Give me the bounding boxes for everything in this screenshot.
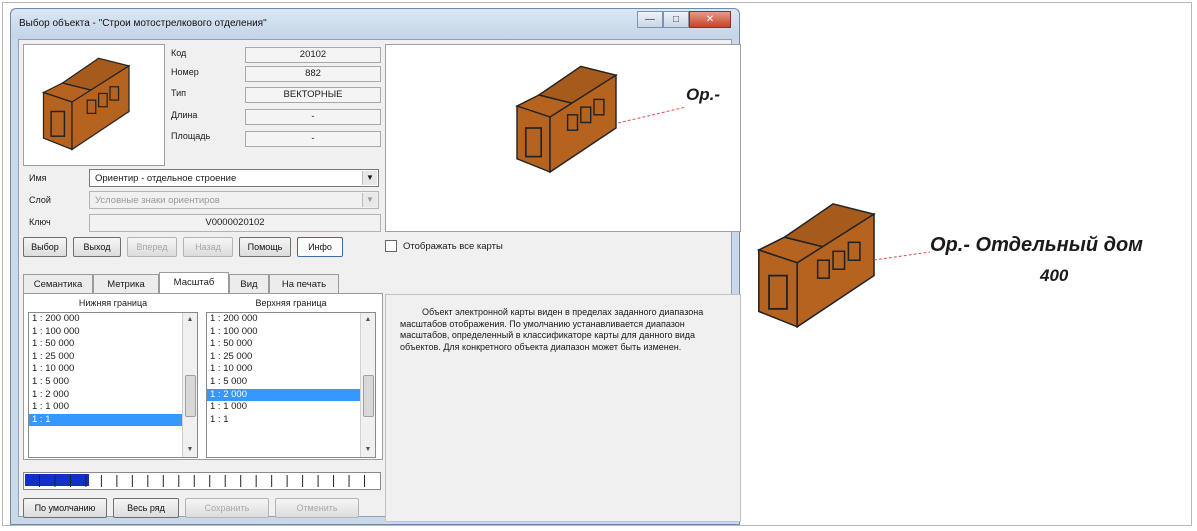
cancel-button[interactable]: Отменить (275, 498, 359, 518)
layer-label: Слой (29, 195, 51, 205)
chevron-down-icon[interactable]: ▼ (362, 193, 377, 207)
exit-button[interactable]: Выход (73, 237, 121, 257)
info-button[interactable]: Инфо (297, 237, 343, 257)
ruler-ticks (38, 475, 366, 487)
info-panel: Объект электронной карты виден в предела… (385, 294, 741, 522)
lower-item[interactable]: 1 : 1 000 (29, 401, 197, 414)
lower-bound-list[interactable]: 1 : 200 000 1 : 100 000 1 : 50 000 1 : 25 0… (28, 312, 198, 458)
upper-item[interactable]: 1 : 5 000 (207, 376, 375, 389)
dialog-client-area: Код 20102 Номер 882 Тип ВЕКТОРНЫЕ Длина … (18, 39, 741, 522)
select-button[interactable]: Выбор (23, 237, 67, 257)
object-thumbnail (23, 44, 165, 166)
length-value: - (245, 109, 381, 125)
map-label-title: Ор.- Отдельный дом (930, 234, 1143, 256)
type-value: ВЕКТОРНЫЕ (245, 87, 381, 103)
area-value: - (245, 131, 381, 147)
scroll-thumb[interactable] (363, 375, 374, 417)
upper-item[interactable]: 1 : 1 (207, 414, 375, 427)
upper-bound-list[interactable]: 1 : 200 000 1 : 100 000 1 : 50 000 1 : 25 0… (206, 312, 376, 458)
name-select-value: Ориентир - отдельное строение (95, 173, 237, 184)
lower-item[interactable]: 1 : 25 000 (29, 351, 197, 364)
tab-print[interactable]: На печать (269, 274, 339, 294)
upper-item[interactable]: 1 : 25 000 (207, 351, 375, 364)
scroll-up-icon[interactable]: ▲ (183, 313, 197, 327)
tab-semantics[interactable]: Семантика (23, 274, 93, 294)
scroll-down-icon[interactable]: ▼ (361, 443, 375, 457)
upper-item[interactable]: 1 : 1 000 (207, 401, 375, 414)
area-label: Площадь (171, 131, 211, 141)
show-all-maps-checkbox[interactable] (385, 240, 397, 252)
lower-bound-header: Нижняя граница (78, 298, 148, 308)
type-label: Тип (171, 88, 187, 98)
preview-label: Ор.- (686, 85, 720, 104)
upper-item[interactable]: 1 : 10 000 (207, 363, 375, 376)
scroll-up-icon[interactable]: ▲ (361, 313, 375, 327)
house-symbol-icon (756, 203, 931, 329)
lower-list-scrollbar[interactable]: ▲ ▼ (182, 313, 197, 457)
back-button[interactable]: Назад (183, 237, 233, 257)
whole-row-button[interactable]: Весь ряд (113, 498, 179, 518)
lower-item[interactable]: 1 : 200 000 (29, 313, 197, 326)
upper-item[interactable]: 1 : 200 000 (207, 313, 375, 326)
scale-range-indicator (23, 472, 381, 490)
save-button[interactable]: Сохранить (185, 498, 269, 518)
show-all-maps-row[interactable]: Отображать все карты (385, 240, 503, 252)
maximize-icon: □ (672, 14, 680, 25)
house-symbol-icon (515, 65, 687, 174)
scroll-thumb[interactable] (185, 375, 196, 417)
code-label: Код (171, 48, 187, 58)
object-preview: Ор.- (385, 44, 741, 232)
lower-item[interactable]: 1 : 2 000 (29, 389, 197, 402)
layer-select-value: Условные знаки ориентиров (95, 195, 220, 206)
minimize-button[interactable]: — (637, 11, 663, 28)
key-label: Ключ (29, 217, 51, 227)
code-value: 20102 (245, 47, 381, 63)
maximize-button[interactable]: □ (663, 11, 689, 28)
scale-tab-panel: Нижняя граница Верхняя граница 1 : 200 0… (23, 293, 383, 460)
map-label-value: 400 (1040, 266, 1069, 285)
scroll-down-icon[interactable]: ▼ (183, 443, 197, 457)
lower-item[interactable]: 1 : 50 000 (29, 338, 197, 351)
house-symbol-icon (41, 57, 131, 151)
help-button[interactable]: Помощь (239, 237, 291, 257)
object-selection-dialog: Выбор объекта - "Строи мотострелкового о… (10, 8, 741, 525)
title-bar[interactable]: Выбор объекта - "Строи мотострелкового о… (11, 9, 739, 39)
window-controls: — □ ✕ (637, 11, 731, 28)
upper-item[interactable]: 1 : 2 000 (207, 388, 375, 402)
name-select[interactable]: Ориентир - отдельное строение ▼ (89, 169, 379, 187)
lower-item[interactable]: 1 : 10 000 (29, 363, 197, 376)
minimize-icon: — (645, 14, 655, 25)
window-title: Выбор объекта - "Строи мотострелкового о… (19, 18, 267, 29)
forward-button[interactable]: Вперед (127, 237, 177, 257)
map-object (746, 180, 1192, 340)
lower-item[interactable]: 1 : 100 000 (29, 326, 197, 339)
number-label: Номер (171, 67, 199, 77)
close-button[interactable]: ✕ (689, 11, 731, 28)
layer-select[interactable]: Условные знаки ориентиров ▼ (89, 191, 379, 209)
upper-item[interactable]: 1 : 100 000 (207, 326, 375, 339)
chevron-down-icon[interactable]: ▼ (362, 171, 377, 185)
length-label: Длина (171, 110, 198, 120)
show-all-maps-label: Отображать все карты (403, 240, 503, 252)
upper-item[interactable]: 1 : 50 000 (207, 338, 375, 351)
number-value: 882 (245, 66, 381, 82)
lower-item[interactable]: 1 : 1 (29, 413, 197, 427)
close-icon: ✕ (705, 14, 715, 25)
tab-scale[interactable]: Масштаб (159, 272, 229, 294)
upper-list-scrollbar[interactable]: ▲ ▼ (360, 313, 375, 457)
info-text: Объект электронной карты виден в предела… (400, 307, 704, 352)
key-field: V0000020102 (89, 214, 381, 232)
lower-item[interactable]: 1 : 5 000 (29, 376, 197, 389)
tab-metrics[interactable]: Метрика (93, 274, 159, 294)
left-pane: Код 20102 Номер 882 Тип ВЕКТОРНЫЕ Длина … (19, 40, 385, 518)
name-label: Имя (29, 173, 47, 183)
default-button[interactable]: По умолчанию (23, 498, 107, 518)
tab-view[interactable]: Вид (229, 274, 269, 294)
upper-bound-header: Верхняя граница (255, 298, 327, 308)
